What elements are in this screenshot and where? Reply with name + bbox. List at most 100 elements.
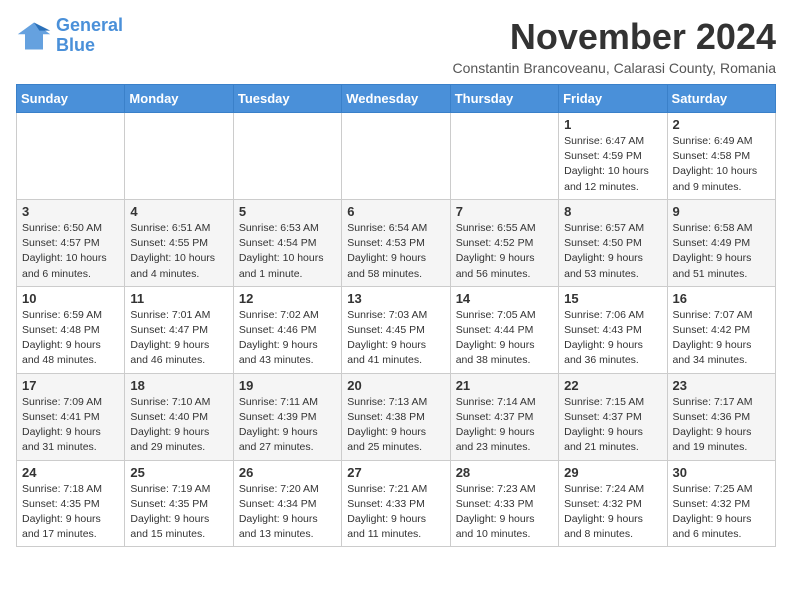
- day-info: Sunrise: 7:14 AM Sunset: 4:37 PM Dayligh…: [456, 395, 553, 456]
- day-number: 29: [564, 465, 661, 480]
- day-cell-28: 28Sunrise: 7:23 AM Sunset: 4:33 PM Dayli…: [450, 460, 558, 547]
- week-row-5: 24 Sunrise: 7:18 AM Sunset: 4:35 PM Dayli…: [17, 460, 776, 547]
- day-number: 2: [673, 117, 770, 132]
- day-number: 26: [239, 465, 336, 480]
- day-cell-1: 1 Sunrise: 6:47 AM Sunset: 4:59 PM Daylig…: [559, 113, 667, 200]
- day-number: 24: [22, 465, 119, 480]
- column-header-wednesday: Wednesday: [342, 85, 450, 113]
- day-number: 5: [239, 204, 336, 219]
- subtitle: Constantin Brancoveanu, Calarasi County,…: [453, 60, 776, 76]
- day-cell-6: 6 Sunrise: 6:54 AM Sunset: 4:53 PM Daylig…: [342, 199, 450, 286]
- column-header-tuesday: Tuesday: [233, 85, 341, 113]
- day-cell-14: 14Sunrise: 7:05 AM Sunset: 4:44 PM Dayli…: [450, 286, 558, 373]
- day-cell-29: 29 Sunrise: 7:24 AM Sunset: 4:32 PM Dayli…: [559, 460, 667, 547]
- day-info: Sunrise: 7:19 AM Sunset: 4:35 PM Dayligh…: [130, 482, 227, 543]
- day-info: Sunrise: 6:59 AM Sunset: 4:48 PM Dayligh…: [22, 308, 119, 369]
- day-cell-16: 16 Sunrise: 7:07 AM Sunset: 4:42 PM Dayli…: [667, 286, 775, 373]
- day-number: 18: [130, 378, 227, 393]
- day-cell-30: 30 Sunrise: 7:25 AM Sunset: 4:32 PM Dayli…: [667, 460, 775, 547]
- day-cell-13: 13Sunrise: 7:03 AM Sunset: 4:45 PM Dayli…: [342, 286, 450, 373]
- day-cell-24: 24 Sunrise: 7:18 AM Sunset: 4:35 PM Dayli…: [17, 460, 125, 547]
- day-cell-5: 5 Sunrise: 6:53 AM Sunset: 4:54 PM Daylig…: [233, 199, 341, 286]
- day-info: Sunrise: 7:07 AM Sunset: 4:42 PM Dayligh…: [673, 308, 770, 369]
- day-cell-15: 15 Sunrise: 7:06 AM Sunset: 4:43 PM Dayli…: [559, 286, 667, 373]
- day-cell-19: 19 Sunrise: 7:11 AM Sunset: 4:39 PM Dayli…: [233, 373, 341, 460]
- day-info: Sunrise: 7:09 AM Sunset: 4:41 PM Dayligh…: [22, 395, 119, 456]
- day-number: 10: [22, 291, 119, 306]
- day-info: Sunrise: 6:58 AM Sunset: 4:49 PM Dayligh…: [673, 221, 770, 282]
- day-cell-23: 23 Sunrise: 7:17 AM Sunset: 4:36 PM Dayli…: [667, 373, 775, 460]
- day-info: Sunrise: 7:20 AM Sunset: 4:34 PM Dayligh…: [239, 482, 336, 543]
- day-number: 17: [22, 378, 119, 393]
- day-info: Sunrise: 6:57 AM Sunset: 4:50 PM Dayligh…: [564, 221, 661, 282]
- day-cell-11: 11 Sunrise: 7:01 AM Sunset: 4:47 PM Dayli…: [125, 286, 233, 373]
- day-info: Sunrise: 6:47 AM Sunset: 4:59 PM Dayligh…: [564, 134, 661, 195]
- day-cell-8: 8 Sunrise: 6:57 AM Sunset: 4:50 PM Daylig…: [559, 199, 667, 286]
- logo-text: General Blue: [56, 16, 123, 56]
- column-header-monday: Monday: [125, 85, 233, 113]
- day-number: 15: [564, 291, 661, 306]
- page-header: General Blue November 2024 Constantin Br…: [16, 16, 776, 76]
- empty-cell: [125, 113, 233, 200]
- day-info: Sunrise: 6:50 AM Sunset: 4:57 PM Dayligh…: [22, 221, 119, 282]
- day-cell-2: 2 Sunrise: 6:49 AM Sunset: 4:58 PM Daylig…: [667, 113, 775, 200]
- day-number: 30: [673, 465, 770, 480]
- day-info: Sunrise: 6:54 AM Sunset: 4:53 PM Dayligh…: [347, 221, 444, 282]
- day-cell-20: 20Sunrise: 7:13 AM Sunset: 4:38 PM Dayli…: [342, 373, 450, 460]
- day-number: 4: [130, 204, 227, 219]
- day-info: Sunrise: 6:51 AM Sunset: 4:55 PM Dayligh…: [130, 221, 227, 282]
- day-cell-26: 26 Sunrise: 7:20 AM Sunset: 4:34 PM Dayli…: [233, 460, 341, 547]
- day-cell-4: 4 Sunrise: 6:51 AM Sunset: 4:55 PM Daylig…: [125, 199, 233, 286]
- calendar-body: 1 Sunrise: 6:47 AM Sunset: 4:59 PM Daylig…: [17, 113, 776, 547]
- day-number: 1: [564, 117, 661, 132]
- day-cell-7: 7Sunrise: 6:55 AM Sunset: 4:52 PM Daylig…: [450, 199, 558, 286]
- day-number: 13: [347, 291, 444, 306]
- empty-cell: [450, 113, 558, 200]
- logo: General Blue: [16, 16, 123, 56]
- day-info: Sunrise: 6:55 AM Sunset: 4:52 PM Dayligh…: [456, 221, 553, 282]
- empty-cell: [342, 113, 450, 200]
- day-info: Sunrise: 7:10 AM Sunset: 4:40 PM Dayligh…: [130, 395, 227, 456]
- day-number: 16: [673, 291, 770, 306]
- day-info: Sunrise: 6:49 AM Sunset: 4:58 PM Dayligh…: [673, 134, 770, 195]
- week-row-1: 1 Sunrise: 6:47 AM Sunset: 4:59 PM Daylig…: [17, 113, 776, 200]
- day-info: Sunrise: 7:01 AM Sunset: 4:47 PM Dayligh…: [130, 308, 227, 369]
- day-number: 20: [347, 378, 444, 393]
- day-info: Sunrise: 7:25 AM Sunset: 4:32 PM Dayligh…: [673, 482, 770, 543]
- day-cell-25: 25 Sunrise: 7:19 AM Sunset: 4:35 PM Dayli…: [125, 460, 233, 547]
- day-number: 8: [564, 204, 661, 219]
- day-cell-9: 9Sunrise: 6:58 AM Sunset: 4:49 PM Daylig…: [667, 199, 775, 286]
- day-info: Sunrise: 7:18 AM Sunset: 4:35 PM Dayligh…: [22, 482, 119, 543]
- day-number: 23: [673, 378, 770, 393]
- day-info: Sunrise: 7:24 AM Sunset: 4:32 PM Dayligh…: [564, 482, 661, 543]
- empty-cell: [233, 113, 341, 200]
- day-number: 25: [130, 465, 227, 480]
- day-number: 14: [456, 291, 553, 306]
- day-cell-10: 10 Sunrise: 6:59 AM Sunset: 4:48 PM Dayli…: [17, 286, 125, 373]
- column-header-friday: Friday: [559, 85, 667, 113]
- day-cell-27: 27Sunrise: 7:21 AM Sunset: 4:33 PM Dayli…: [342, 460, 450, 547]
- day-cell-17: 17 Sunrise: 7:09 AM Sunset: 4:41 PM Dayli…: [17, 373, 125, 460]
- day-cell-22: 22Sunrise: 7:15 AM Sunset: 4:37 PM Dayli…: [559, 373, 667, 460]
- logo-icon: [16, 18, 52, 54]
- week-row-3: 10 Sunrise: 6:59 AM Sunset: 4:48 PM Dayli…: [17, 286, 776, 373]
- day-cell-12: 12Sunrise: 7:02 AM Sunset: 4:46 PM Dayli…: [233, 286, 341, 373]
- day-info: Sunrise: 7:17 AM Sunset: 4:36 PM Dayligh…: [673, 395, 770, 456]
- day-info: Sunrise: 6:53 AM Sunset: 4:54 PM Dayligh…: [239, 221, 336, 282]
- day-number: 12: [239, 291, 336, 306]
- day-info: Sunrise: 7:06 AM Sunset: 4:43 PM Dayligh…: [564, 308, 661, 369]
- column-header-thursday: Thursday: [450, 85, 558, 113]
- calendar-table: SundayMondayTuesdayWednesdayThursdayFrid…: [16, 84, 776, 547]
- column-header-saturday: Saturday: [667, 85, 775, 113]
- day-number: 11: [130, 291, 227, 306]
- day-info: Sunrise: 7:21 AM Sunset: 4:33 PM Dayligh…: [347, 482, 444, 543]
- week-row-4: 17 Sunrise: 7:09 AM Sunset: 4:41 PM Dayli…: [17, 373, 776, 460]
- day-number: 19: [239, 378, 336, 393]
- empty-cell: [17, 113, 125, 200]
- day-cell-3: 3Sunrise: 6:50 AM Sunset: 4:57 PM Daylig…: [17, 199, 125, 286]
- day-info: Sunrise: 7:23 AM Sunset: 4:33 PM Dayligh…: [456, 482, 553, 543]
- day-number: 6: [347, 204, 444, 219]
- calendar-header: SundayMondayTuesdayWednesdayThursdayFrid…: [17, 85, 776, 113]
- month-title: November 2024: [453, 16, 776, 58]
- day-info: Sunrise: 7:11 AM Sunset: 4:39 PM Dayligh…: [239, 395, 336, 456]
